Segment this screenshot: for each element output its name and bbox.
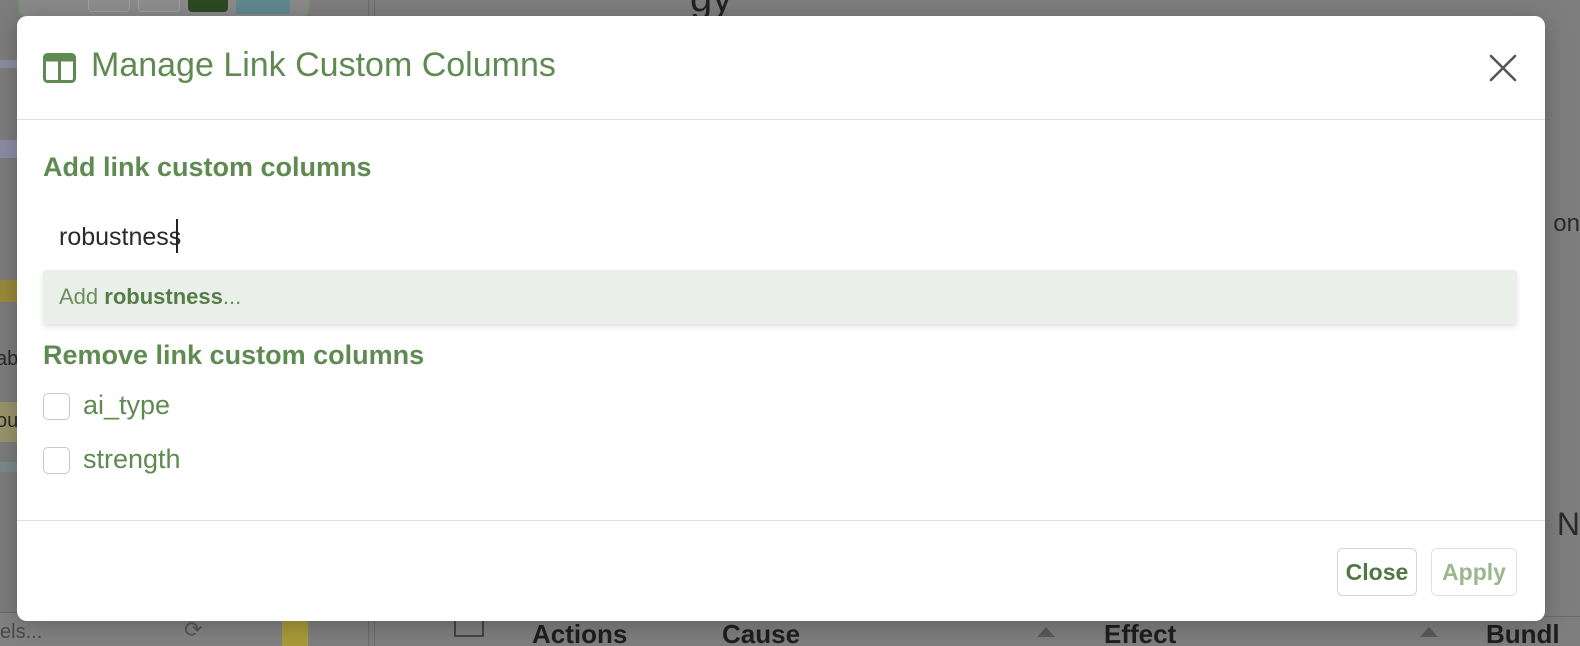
close-icon[interactable] (1485, 50, 1521, 86)
modal-title: Manage Link Custom Columns (91, 46, 556, 84)
close-button[interactable]: Close (1337, 548, 1417, 596)
bottom-left-text: els... (0, 621, 43, 643)
sort-icon (1037, 627, 1055, 637)
toolbar-button (88, 0, 130, 12)
toolbar-button-active (188, 0, 228, 12)
add-suggestion-item[interactable]: Add robustness... (43, 270, 1517, 324)
suggestion-term: robustness (104, 284, 223, 309)
checkbox-label: strength (83, 444, 181, 474)
checkbox[interactable] (43, 393, 70, 420)
sort-icon (1420, 627, 1438, 637)
toolbar-button-teal (236, 0, 290, 14)
checkbox[interactable] (43, 447, 70, 474)
background-text-fragment: on (1553, 210, 1580, 237)
column-header-bundle: Bundl (1486, 619, 1560, 646)
strip (0, 140, 18, 158)
add-section-title: Add link custom columns (43, 152, 372, 182)
remove-section-title: Remove link custom columns (43, 340, 425, 370)
table-columns-icon (43, 53, 76, 83)
suggestion-suffix: ... (222, 284, 242, 309)
column-header-cause: Cause (722, 619, 801, 646)
suggestion-prefix: Add (59, 284, 105, 309)
yellow-marker (282, 619, 308, 646)
modal-footer: Close Apply (17, 520, 1545, 621)
modal-body: Add link custom columns Add robustness..… (17, 120, 1545, 520)
apply-button[interactable]: Apply (1431, 548, 1517, 596)
background-text-fragment: N (1556, 506, 1580, 542)
add-column-input[interactable] (43, 212, 1517, 262)
manage-link-custom-columns-modal: Manage Link Custom Columns Add link cust… (17, 16, 1545, 621)
strip (0, 280, 18, 302)
checkbox-label: ai_type (83, 390, 171, 420)
text-caret (176, 219, 178, 253)
suggestion-text: Add robustness... (59, 284, 241, 310)
strip-text: ou (0, 410, 19, 432)
toolbar-button (138, 0, 180, 12)
column-header-effect: Effect (1104, 619, 1177, 646)
strip-text: ab (0, 348, 19, 370)
strip (0, 462, 18, 472)
modal-header: Manage Link Custom Columns (17, 16, 1545, 120)
strip: ou (0, 402, 18, 442)
strip (0, 60, 18, 68)
column-header-actions: Actions (532, 619, 628, 646)
